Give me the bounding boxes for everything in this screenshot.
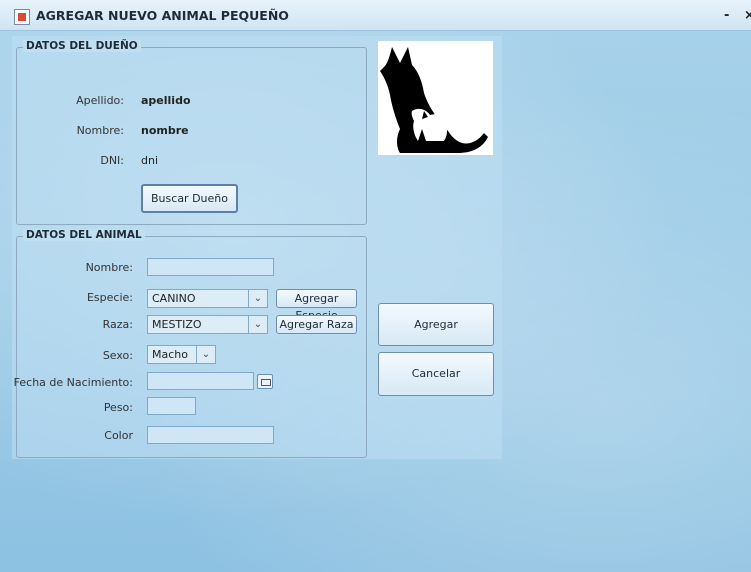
owner-group-title: DATOS DEL DUEÑO [23,40,141,52]
pets-image [378,41,493,155]
species-select[interactable]: CANINO ⌄ [147,289,268,308]
java-cup-icon [14,9,30,25]
dog-cat-silhouette-icon [380,47,488,153]
sex-label: Sexo: [102,349,133,362]
animal-name-input[interactable] [147,258,274,276]
add-species-button[interactable]: Agregar Especie [276,289,357,322]
breed-select[interactable]: MESTIZO ⌄ [147,315,268,334]
owner-dni-label: DNI: [100,154,124,167]
chevron-down-icon[interactable]: ⌄ [248,316,267,333]
animal-name-label: Nombre: [85,261,133,274]
cancel-button[interactable]: Cancelar [378,352,494,396]
breed-label: Raza: [102,318,133,331]
chevron-down-icon[interactable]: ⌄ [248,290,267,307]
breed-selected: MESTIZO [152,318,202,331]
calendar-icon[interactable] [257,374,273,389]
animal-group-title: DATOS DEL ANIMAL [23,229,145,241]
color-input[interactable] [147,426,274,444]
species-label: Especie: [86,291,133,304]
sex-select[interactable]: Macho ⌄ [147,345,216,364]
owner-name-value: nombre [141,124,189,137]
search-owner-button[interactable]: Buscar Dueño [141,184,238,213]
owner-surname-label: Apellido: [76,94,124,107]
owner-surname-value: apellido [141,94,191,107]
window: AGREGAR NUEVO ANIMAL PEQUEÑO - × DATOS D… [0,0,751,572]
add-breed-button[interactable]: Agregar Raza [276,315,357,334]
weight-input[interactable] [147,397,196,415]
weight-label: Peso: [103,401,133,414]
sex-selected: Macho [152,348,188,361]
close-button[interactable]: × [744,8,751,23]
owner-name-label: Nombre: [76,124,124,137]
window-title: AGREGAR NUEVO ANIMAL PEQUEÑO [36,8,289,23]
title-bar[interactable]: AGREGAR NUEVO ANIMAL PEQUEÑO - × [0,0,751,31]
add-button[interactable]: Agregar [378,303,494,346]
birth-date-input[interactable] [147,372,254,390]
owner-dni-value: dni [141,154,159,167]
minimize-button[interactable]: - [724,8,729,23]
chevron-down-icon[interactable]: ⌄ [196,346,215,363]
birth-date-label: Fecha de Nacimiento: [13,376,133,389]
color-label: Color [104,429,133,442]
species-selected: CANINO [152,292,196,305]
